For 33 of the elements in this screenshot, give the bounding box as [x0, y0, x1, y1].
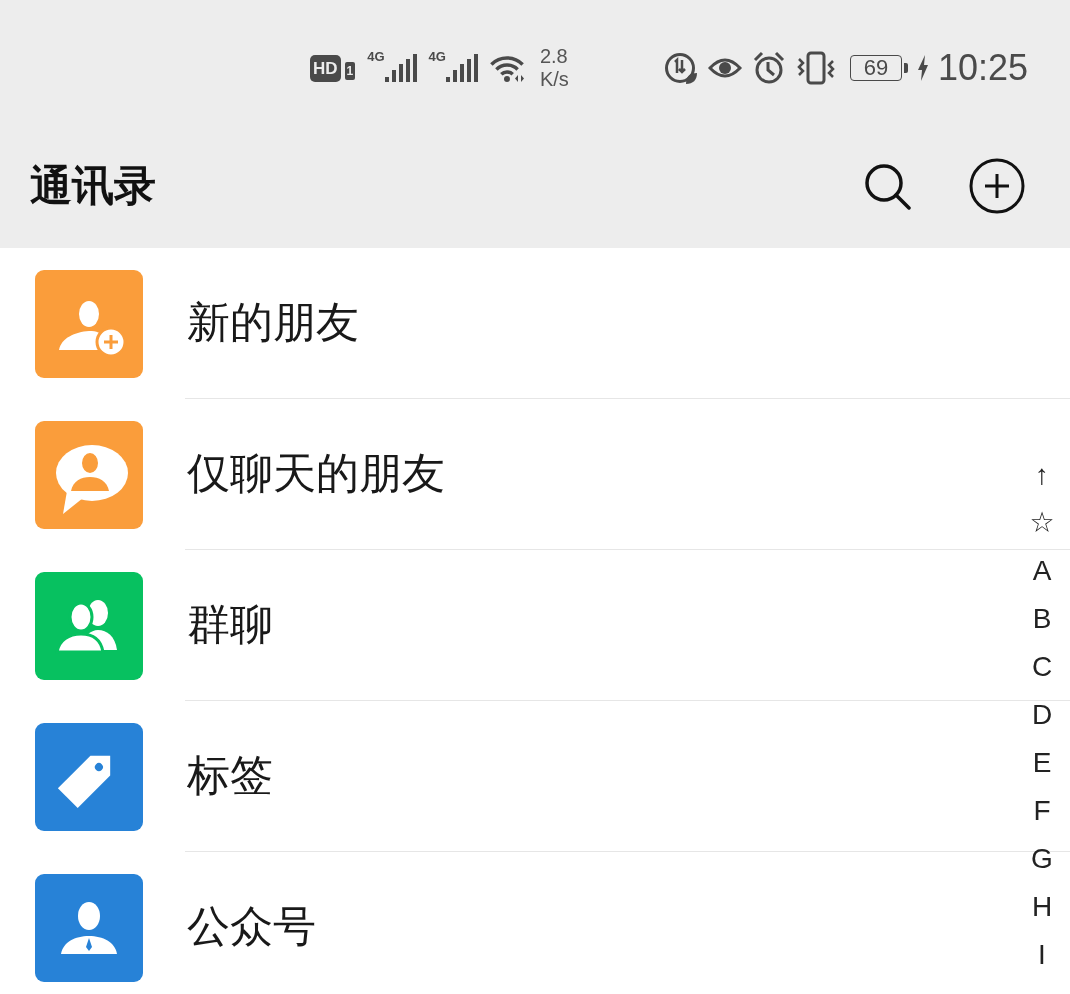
network-type-label: 4G: [367, 50, 385, 63]
list-item-label[interactable]: 仅聊天的朋友: [185, 445, 445, 503]
sim-badge: 1: [344, 62, 356, 80]
signal-bars-icon: [445, 54, 478, 82]
index-entry[interactable]: ↑: [1035, 451, 1049, 499]
network-type-label: 4G: [428, 50, 446, 63]
search-icon[interactable]: [863, 162, 911, 210]
index-entry[interactable]: B: [1032, 595, 1052, 643]
network-speed-unit: K/s: [539, 68, 569, 91]
alarm-clock-icon: [751, 51, 786, 85]
index-entry[interactable]: E: [1032, 739, 1052, 787]
plus-circle-icon[interactable]: [969, 158, 1025, 214]
index-entry[interactable]: G: [1031, 835, 1053, 883]
signal-bars-icon: [384, 54, 417, 82]
vibrating-phone-icon: [795, 51, 836, 85]
hd-badge: HD: [310, 54, 341, 82]
list-item-label[interactable]: 新的朋友: [185, 294, 359, 352]
index-entry[interactable]: H: [1031, 883, 1053, 931]
index-entry[interactable]: C: [1031, 643, 1053, 691]
index-entry[interactable]: I: [1038, 931, 1046, 979]
index-entry[interactable]: A: [1032, 547, 1052, 595]
index-entry[interactable]: D: [1031, 691, 1053, 739]
list-item-label[interactable]: 公众号: [185, 898, 316, 956]
network-speed-value: 2.8: [539, 45, 569, 68]
page-title: 通讯录: [30, 160, 156, 212]
battery-indicator: 69: [849, 55, 908, 81]
index-entry[interactable]: F: [1033, 787, 1051, 835]
list-item-label[interactable]: 标签: [185, 747, 273, 805]
index-entry[interactable]: ☆: [1029, 499, 1055, 547]
leaf-circle-icon: [663, 51, 698, 85]
clock-time: 10:25: [937, 48, 1028, 88]
eye-icon: [707, 56, 742, 80]
list-item-label[interactable]: 群聊: [185, 596, 273, 654]
